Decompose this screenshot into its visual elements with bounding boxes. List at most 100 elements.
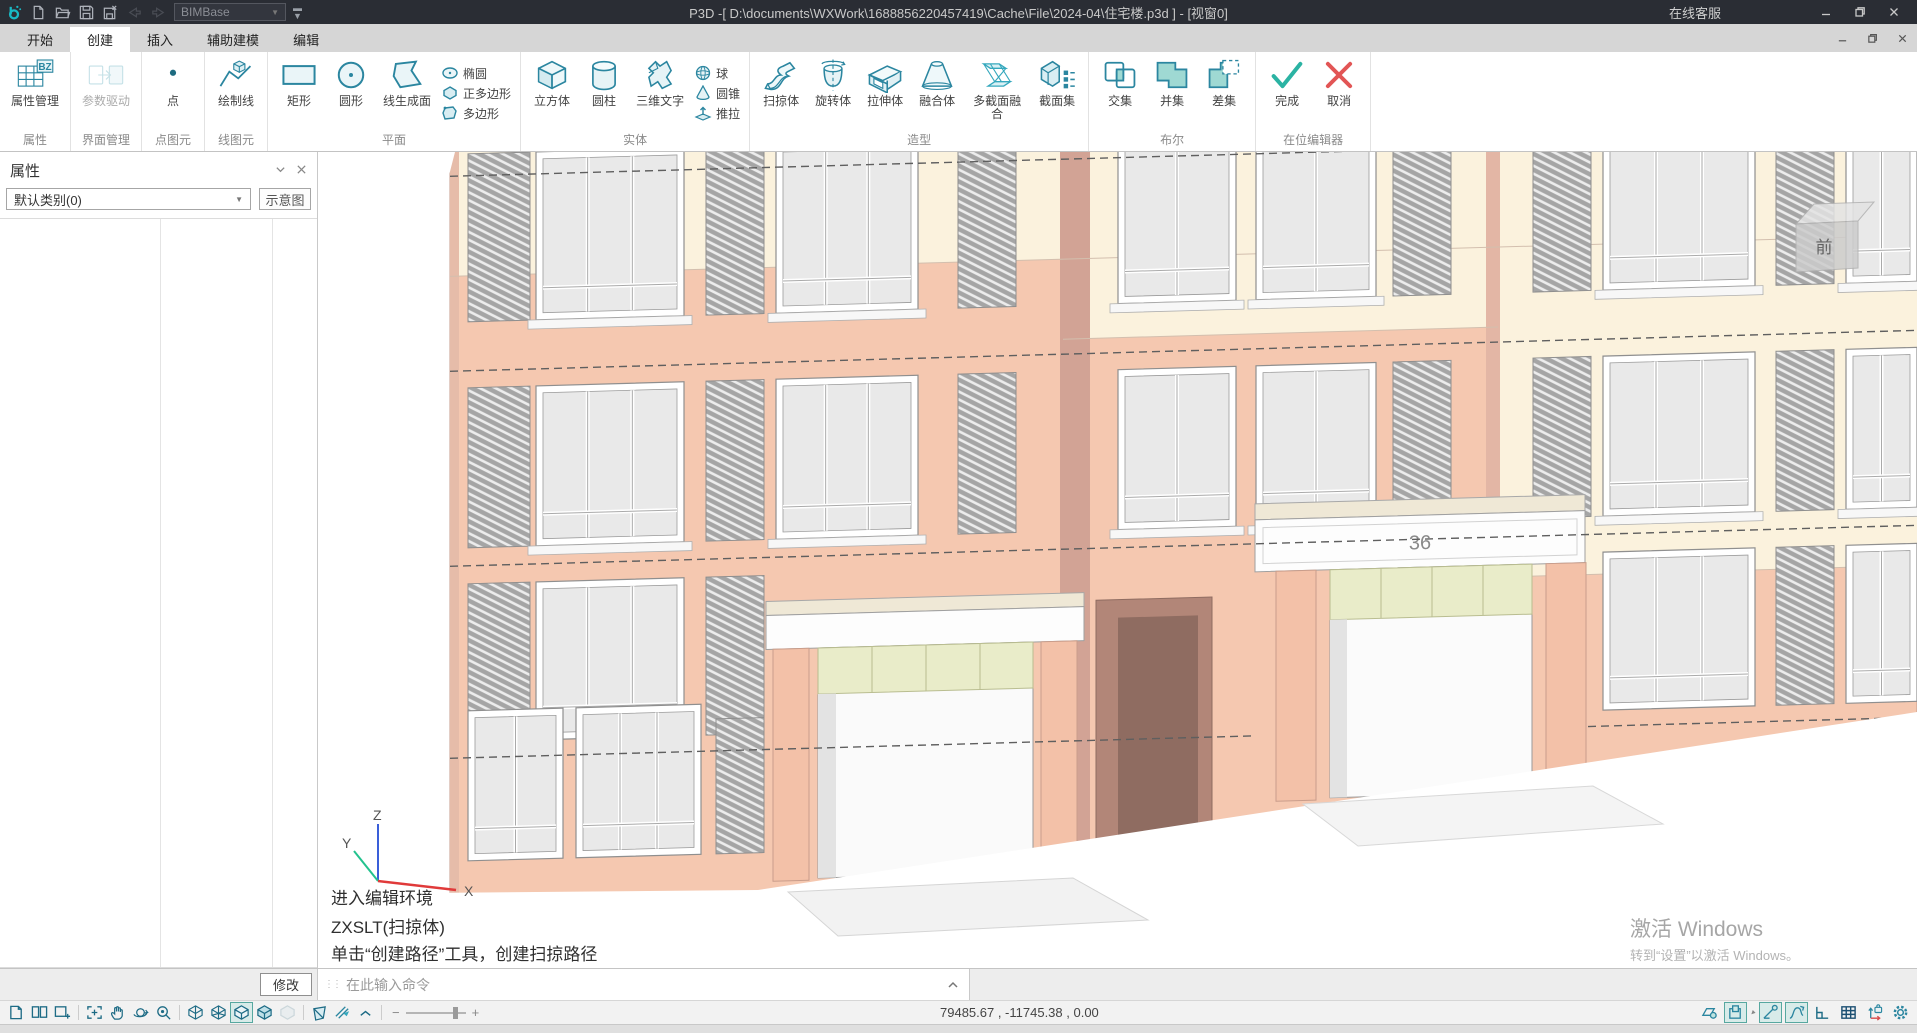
save-button[interactable] [78,4,95,21]
save-as-button[interactable] [102,4,119,21]
ribbon-group: 绘制线线图元 [205,52,268,151]
ribbon-button-参数驱动[interactable]: 参数驱动 [76,54,136,132]
zoom-slider-track[interactable] [406,1012,466,1014]
view-shaded-button[interactable] [253,1002,276,1023]
view-edges-icon [209,1004,228,1021]
display-style-button[interactable] [331,1002,354,1023]
command-input[interactable] [346,977,941,993]
ribbon-button-融合体[interactable]: 融合体 [911,54,963,132]
ribbon-button-正多边形[interactable]: 正多边形 [439,84,513,103]
tile-views-button[interactable] [28,1002,51,1023]
drag-grip-icon[interactable]: ⋮⋮ [324,979,340,990]
settings-gear-button[interactable] [1889,1002,1912,1023]
workspace-combo-value: BIMBase [181,5,230,19]
ribbon-button-绘制线[interactable]: 绘制线 [210,54,262,132]
ribbon-button-球[interactable]: 球 [692,64,742,83]
zoom-out-icon[interactable]: − [392,1005,400,1020]
ribbon-button-取消[interactable]: 取消 [1313,54,1365,132]
ribbon-button-线生成面[interactable]: 线生成面 [377,54,437,132]
customize-toolbar-button[interactable]: ▬▼ [293,4,302,20]
zoom-search-button[interactable] [152,1002,175,1023]
ribbon-button-椭圆[interactable]: 椭圆 [439,64,513,83]
ribbon: BZ属性管理属性参数驱动界面管理点点图元绘制线线图元矩形圆形线生成面椭圆正多边形… [0,52,1917,152]
section-view-button[interactable] [308,1002,331,1023]
viewport-3d[interactable]: 36 [318,152,1917,968]
ribbon-button-多截面融合[interactable]: 多截面融合 [963,54,1031,132]
new-file-button[interactable] [30,4,47,21]
online-support-link[interactable]: 在线客服 [1669,3,1721,22]
ribbon-button-扫掠体[interactable]: 扫掠体 [755,54,807,132]
ribbon-button-旋转体[interactable]: 旋转体 [807,54,859,132]
new-view-button[interactable] [5,1002,28,1023]
ribbon-button-推拉[interactable]: 推拉 [692,104,742,123]
zoom-slider-thumb[interactable] [453,1007,458,1019]
tab-编辑[interactable]: 编辑 [276,27,336,52]
tab-辅助建模[interactable]: 辅助建模 [190,27,276,52]
object-snap-button[interactable] [1698,1002,1721,1023]
display-style-icon [333,1004,352,1021]
ribbon-button-圆柱[interactable]: 圆柱 [578,54,630,132]
child-minimize-button[interactable] [1827,27,1857,49]
ribbon-button-完成[interactable]: 完成 [1261,54,1313,132]
zoom-extents-button[interactable] [83,1002,106,1023]
ribbon-button-三维文字[interactable]: 三维文字 [630,54,690,132]
close-button[interactable] [1877,0,1911,24]
tab-插入[interactable]: 插入 [130,27,190,52]
pan-hand-button[interactable] [106,1002,129,1023]
child-close-button[interactable] [1887,27,1917,49]
zoom-extents-icon [85,1004,104,1021]
minimize-button[interactable] [1809,0,1843,24]
modify-button[interactable]: 修改 [260,973,312,996]
ribbon-button-多边形[interactable]: 多边形 [439,104,513,123]
view-hidden-line-button[interactable] [230,1002,253,1023]
ribbon-button-差集[interactable]: 差集 [1198,54,1250,132]
redo-button[interactable] [150,4,167,21]
point-icon [153,57,193,93]
ribbon-button-并集[interactable]: 并集 [1146,54,1198,132]
smooth-curve-button[interactable] [1785,1002,1808,1023]
view-edges-button[interactable] [207,1002,230,1023]
ortho-mode-button[interactable] [1811,1002,1834,1023]
open-file-button[interactable] [54,4,71,21]
ribbon-button-矩形[interactable]: 矩形 [273,54,325,132]
view-wireframe-button[interactable] [184,1002,207,1023]
pick-box-button[interactable] [1724,1002,1747,1023]
tab-开始[interactable]: 开始 [10,27,70,52]
panel-close-button[interactable] [296,163,307,178]
watermark-line-1: 激活 Windows [1630,918,1763,941]
ribbon-button-截面集[interactable]: 截面集 [1031,54,1083,132]
button-label: 完成 [1275,95,1299,108]
ribbon-button-圆锥[interactable]: 圆锥 [692,84,742,103]
schematic-button[interactable]: 示意图 [259,188,311,210]
child-restore-button[interactable] [1857,27,1887,49]
expand-up-icon [356,1004,375,1021]
orbit-button[interactable] [129,1002,152,1023]
ribbon-button-立方体[interactable]: 立方体 [526,54,578,132]
chevron-icon[interactable]: ▾ [1748,1008,1757,1017]
ribbon-button-拉伸体[interactable]: 拉伸体 [859,54,911,132]
property-grid[interactable] [0,218,317,968]
expand-up-button[interactable] [354,1002,377,1023]
ribbon-button-圆形[interactable]: 圆形 [325,54,377,132]
ribbon-group: 参数驱动界面管理 [71,52,142,151]
redo-icon [150,4,167,21]
ribbon-button-交集[interactable]: 交集 [1094,54,1146,132]
grid-snap-button[interactable] [1837,1002,1860,1023]
zoom-slider[interactable]: − + [392,1005,479,1020]
tab-创建[interactable]: 创建 [70,27,130,52]
polar-snap-button[interactable] [1759,1002,1782,1023]
category-dropdown[interactable]: 默认类别(0) ▼ [6,188,251,210]
ribbon-button-属性管理[interactable]: BZ属性管理 [5,54,65,132]
zoom-in-icon[interactable]: + [472,1005,480,1020]
workspace-combo[interactable]: BIMBase ▼ [174,3,286,21]
line-to-face-icon [387,57,427,93]
ribbon-button-点[interactable]: 点 [147,54,199,132]
panel-collapse-button[interactable] [275,163,286,178]
add-view-button[interactable] [51,1002,74,1023]
restore-button[interactable] [1843,0,1877,24]
undo-button[interactable] [126,4,143,21]
collapse-command-bar-button[interactable] [941,977,965,992]
new-file-icon [30,4,47,21]
axis-lock-button[interactable] [1863,1002,1886,1023]
view-solid-button[interactable] [276,1002,299,1023]
